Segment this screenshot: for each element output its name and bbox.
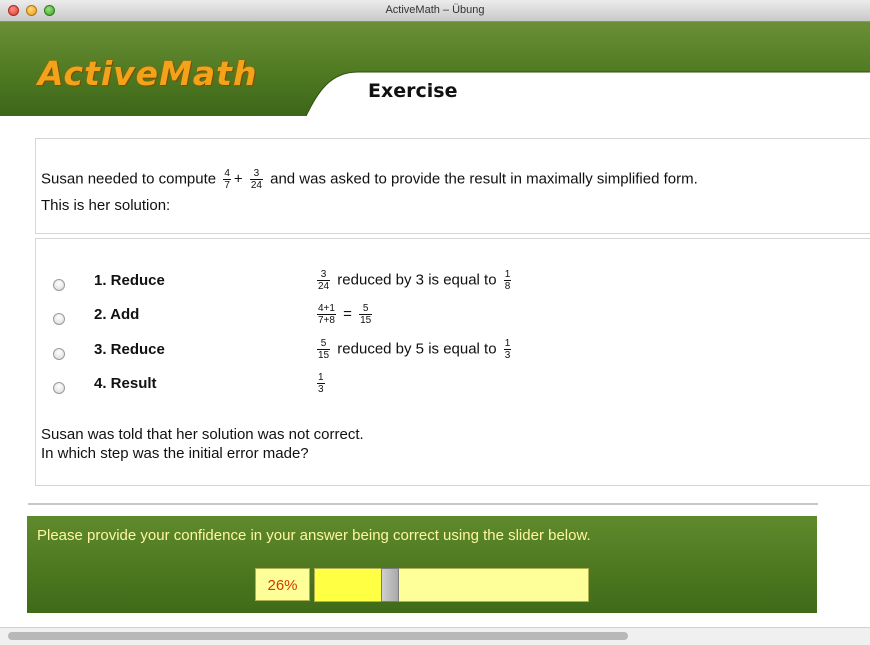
step-3-text: reduced by 5 is equal to	[337, 340, 497, 358]
question-line-1: Susan needed to compute 4 7 + 3 24 and was …	[41, 168, 698, 191]
section-divider	[28, 503, 818, 505]
fraction-three-24ths: 3 24	[249, 168, 263, 191]
confidence-slider-thumb[interactable]	[381, 568, 399, 602]
solution-steps-box: 1. Reduce 3 24 reduced by 3 is equal to 1…	[35, 238, 870, 486]
question-suffix: and was asked to provide the result in m…	[270, 170, 698, 188]
step-3-description: 5 15 reduced by 5 is equal to 13	[314, 338, 514, 361]
horizontal-scrollbar-thumb[interactable]	[8, 632, 628, 640]
step-1-radio[interactable]	[53, 279, 65, 291]
step-1-fraction-left: 3 24	[317, 269, 331, 292]
confidence-percent: 26%	[255, 568, 310, 601]
step-3-radio[interactable]	[53, 348, 65, 360]
page-title: Exercise	[368, 80, 458, 102]
horizontal-scrollbar[interactable]	[0, 627, 870, 645]
step-4-radio[interactable]	[53, 382, 65, 394]
step-2-description: 4+1 7+8 = 5 15	[314, 303, 375, 326]
followup-line-2: In which step was the initial error made…	[41, 445, 309, 462]
followup-line-1: Susan was told that her solution was not…	[41, 426, 364, 443]
step-3-fraction-left: 5 15	[317, 338, 331, 361]
window-titlebar: ActiveMath – Übung	[0, 0, 870, 22]
fraction-four-sevenths: 47	[223, 168, 231, 191]
confidence-panel: Please provide your confidence in your a…	[27, 516, 817, 613]
step-1-text: reduced by 3 is equal to	[337, 271, 497, 289]
step-4-description: 13	[314, 372, 328, 395]
window-title: ActiveMath – Übung	[385, 4, 485, 16]
question-prefix: Susan needed to compute	[41, 170, 217, 188]
step-1-description: 3 24 reduced by 3 is equal to 18	[314, 269, 514, 292]
step-4-fraction: 13	[317, 372, 325, 395]
step-3-label: 3. Reduce	[94, 341, 165, 358]
plus-sign: +	[233, 170, 243, 188]
confidence-slider-fill	[315, 569, 381, 601]
confidence-slider[interactable]	[314, 568, 589, 602]
step-3-fraction-right: 13	[503, 338, 512, 361]
step-2-fraction-left: 4+1 7+8	[317, 303, 336, 326]
step-2-label: 2. Add	[94, 306, 140, 323]
confidence-prompt: Please provide your confidence in your a…	[37, 527, 591, 544]
step-1-label: 1. Reduce	[94, 272, 165, 289]
question-box: Susan needed to compute 4 7 + 3 24 and was …	[35, 138, 870, 234]
step-2-text: =	[343, 305, 352, 323]
step-2-radio[interactable]	[53, 313, 65, 325]
step-4-label: 4. Result	[94, 375, 157, 392]
step-1-fraction-right: 18	[503, 269, 512, 292]
question-line-2: This is her solution:	[41, 197, 171, 214]
step-2-fraction-right: 5 15	[359, 303, 373, 326]
